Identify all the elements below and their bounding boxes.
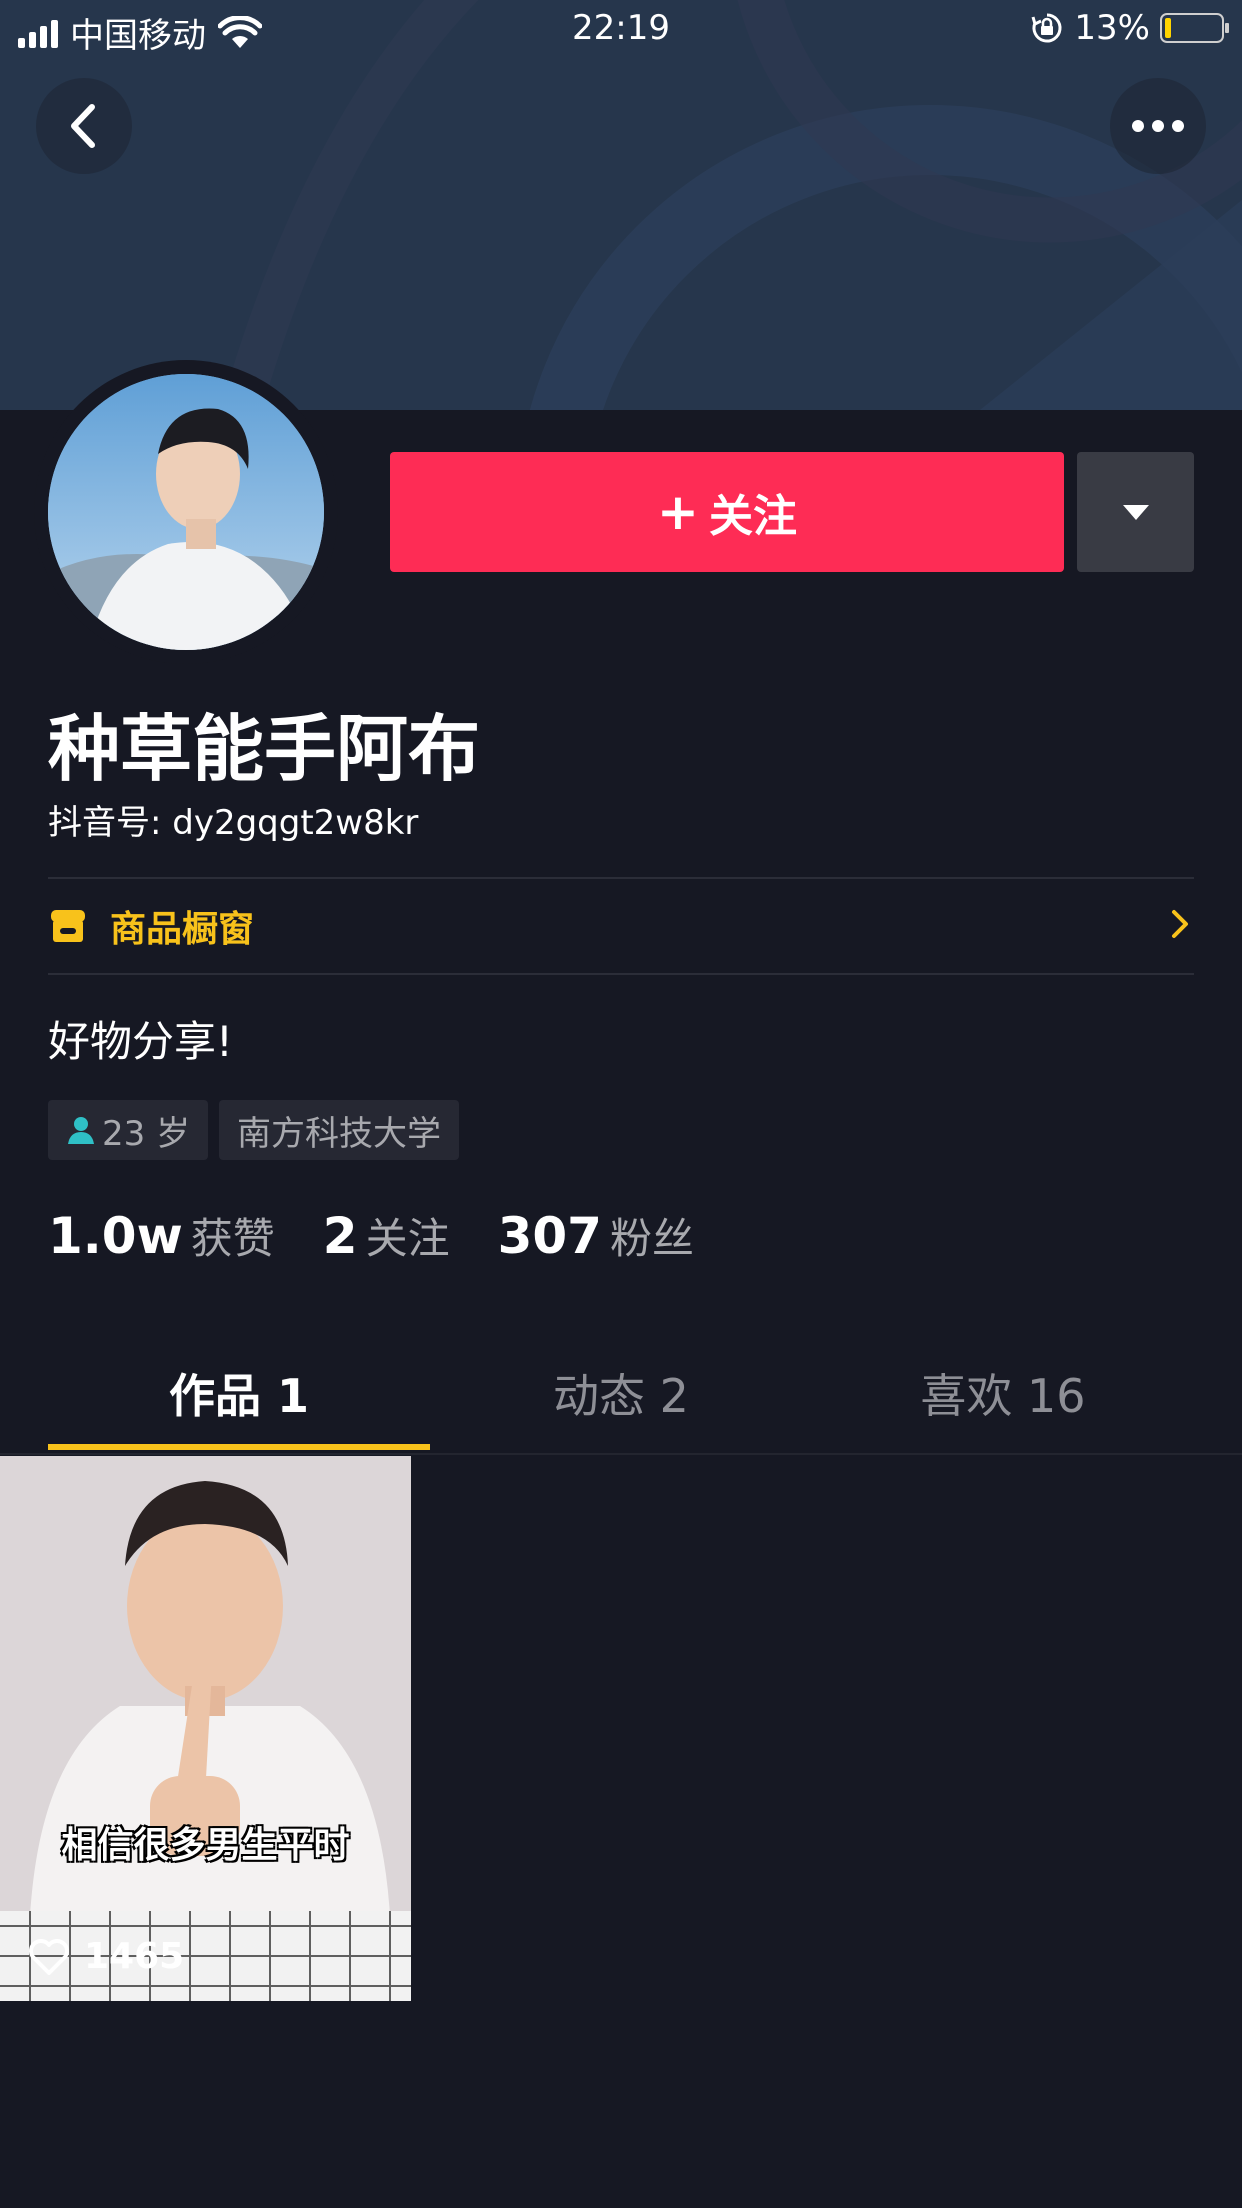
douyin-id: 抖音号: dy2gqgt2w8kr [48,803,419,843]
chevron-right-icon [1172,910,1188,938]
more-horizontal-icon [1132,120,1184,132]
video-likes: 1465 [28,1936,184,1977]
age-label: 23 岁 [102,1113,191,1154]
plus-icon: + [657,483,699,541]
profile-name: 种草能手阿布 [48,707,481,791]
shop-window-label: 商品橱窗 [110,909,255,950]
tabs-divider [0,1453,1242,1455]
profile-stats: 1.0w 获赞 2 关注 307 粉丝 [48,1205,742,1266]
avatar[interactable] [48,374,324,650]
content-tabs: 作品 1 动态 2 喜欢 16 [48,1340,1194,1452]
rotation-lock-icon [1031,13,1062,43]
avatar-frame [34,360,338,664]
shop-icon [51,910,85,942]
shop-window-row[interactable]: 商品橱窗 [48,880,1194,972]
chevron-left-icon [71,104,95,148]
avatar-image [48,374,324,650]
school-tag: 南方科技大学 [219,1100,459,1160]
tab-moments[interactable]: 动态 2 [430,1340,812,1452]
likes-label: 获赞 [190,1214,275,1263]
banner-pattern [0,0,1242,410]
active-tab-indicator [48,1444,430,1450]
person-icon [68,1117,94,1144]
school-label: 南方科技大学 [237,1113,441,1154]
battery-percent: 13% [1074,8,1150,48]
following-count[interactable]: 2 [323,1207,358,1265]
back-button[interactable] [36,78,132,174]
video-thumbnail[interactable]: 相信很多男生平时 1465 [0,1456,411,2001]
age-tag: 23 岁 [48,1100,209,1160]
profile-screen: 中国移动 22:19 13% + 关注 种草能手阿布 抖音号: dy2gqgt2… [0,0,1242,2208]
profile-bio: 好物分享! [48,1017,233,1066]
video-likes-count: 1465 [84,1936,185,1977]
follow-label: 关注 [708,491,797,542]
tab-likes[interactable]: 喜欢 16 [812,1340,1194,1452]
video-caption: 相信很多男生平时 [61,1825,350,1866]
follow-button[interactable]: + 关注 [390,452,1064,572]
recommend-dropdown-button[interactable] [1077,452,1194,572]
status-bar: 中国移动 22:19 13% [0,0,1242,60]
divider [48,973,1194,975]
profile-banner [0,0,1242,410]
following-label[interactable]: 关注 [366,1205,450,1266]
likes-count: 1.0w [48,1207,183,1265]
followers-count[interactable]: 307 [498,1207,602,1265]
tab-works[interactable]: 作品 1 [48,1340,430,1452]
video-thumbnail-image [0,1456,411,2001]
divider [48,877,1194,879]
caret-down-icon [1122,505,1149,520]
more-button[interactable] [1110,78,1206,174]
heart-outline-icon [29,1938,69,1975]
followers-label[interactable]: 粉丝 [610,1205,694,1266]
status-right: 13% [1030,8,1229,48]
battery-icon [1160,13,1229,43]
